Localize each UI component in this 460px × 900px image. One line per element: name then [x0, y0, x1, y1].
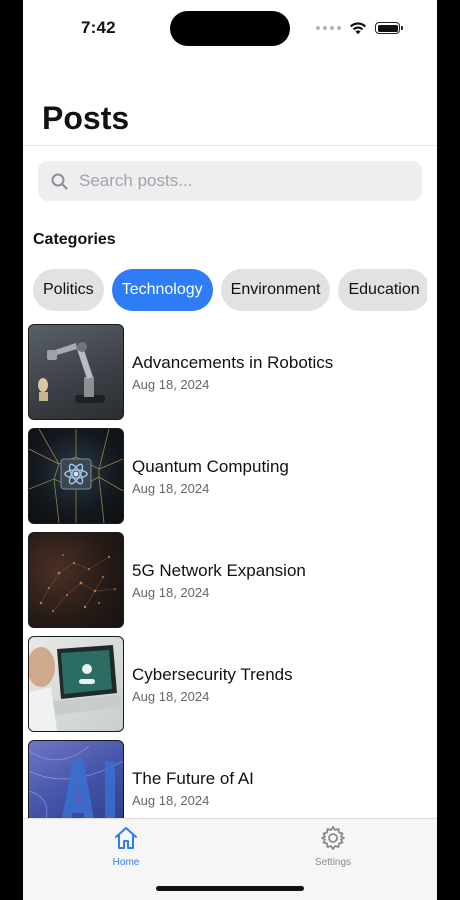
- status-time: 7:42: [81, 18, 116, 37]
- post-title: Cybersecurity Trends: [132, 665, 293, 684]
- robot-arm-image: [28, 324, 124, 420]
- post-title: Quantum Computing: [132, 457, 289, 476]
- posts-list: Advancements in Robotics Aug 18, 2024 Qu…: [23, 320, 437, 840]
- network-lights-image: [28, 532, 124, 628]
- search-bar[interactable]: [38, 161, 422, 201]
- category-chip-education[interactable]: Education: [338, 269, 427, 311]
- post-date: Aug 18, 2024: [132, 377, 210, 392]
- category-chip-technology[interactable]: Technology: [111, 269, 213, 311]
- search-input[interactable]: [77, 170, 381, 192]
- category-chip-politics[interactable]: Politics: [33, 269, 104, 311]
- search-icon: [51, 173, 68, 189]
- header-divider: [23, 145, 437, 146]
- page-title: Posts: [42, 100, 130, 136]
- status-icons: [316, 18, 403, 38]
- post-title: 5G Network Expansion: [132, 561, 306, 580]
- tab-settings[interactable]: Settings: [293, 825, 373, 868]
- post-item[interactable]: Cybersecurity Trends Aug 18, 2024: [23, 632, 437, 736]
- post-date: Aug 18, 2024: [132, 585, 210, 600]
- post-date: Aug 18, 2024: [132, 689, 210, 704]
- post-item[interactable]: 5G Network Expansion Aug 18, 2024: [23, 528, 437, 632]
- cellular-signal-icon: [316, 26, 341, 30]
- gear-icon: [321, 826, 345, 850]
- laptop-security-image: [28, 636, 124, 732]
- post-item[interactable]: Advancements in Robotics Aug 18, 2024: [23, 320, 437, 424]
- post-date: Aug 18, 2024: [132, 793, 210, 808]
- tab-home[interactable]: Home: [86, 825, 166, 868]
- quantum-chip-image: [28, 428, 124, 524]
- post-title: The Future of AI: [132, 769, 254, 788]
- post-title: Advancements in Robotics: [132, 353, 334, 372]
- post-item[interactable]: Quantum Computing Aug 18, 2024: [23, 424, 437, 528]
- post-date: Aug 18, 2024: [132, 481, 210, 496]
- home-icon: [115, 827, 137, 849]
- battery-icon: [375, 22, 403, 34]
- category-chips: Politics Technology Environment Education: [33, 269, 427, 311]
- dynamic-island: [170, 11, 290, 46]
- tab-settings-label: Settings: [314, 857, 352, 868]
- tab-home-label: Home: [112, 857, 140, 868]
- home-indicator: [156, 886, 304, 891]
- categories-heading: Categories: [33, 231, 116, 248]
- category-chip-environment[interactable]: Environment: [220, 269, 331, 311]
- app-screen: 7:42 Posts Categories PoliticsTechnology…: [23, 0, 437, 900]
- wifi-icon: [350, 22, 366, 35]
